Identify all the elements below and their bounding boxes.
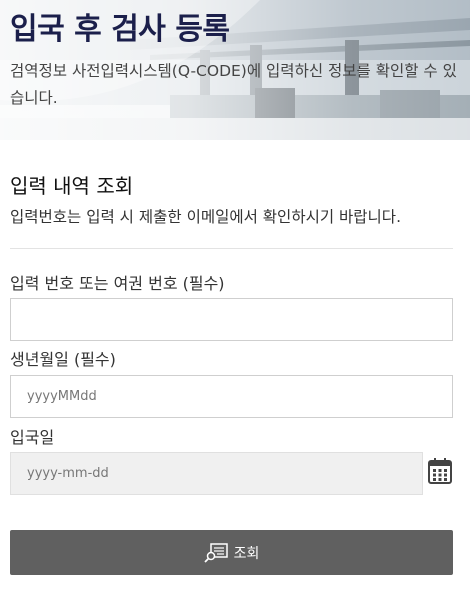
calendar-button[interactable]	[427, 457, 453, 485]
id-number-label: 입력 번호 또는 여권 번호 (필수)	[10, 274, 225, 293]
search-submit-label: 조회	[233, 545, 260, 562]
id-number-input[interactable]	[10, 298, 453, 341]
banner-description: 검역정보 사전입력시스템(Q-CODE)에 입력하신 정보를 확인할 수 있습니…	[10, 62, 457, 107]
birth-date-label: 생년월일 (필수)	[10, 350, 116, 369]
page-title: 입국 후 검사 등록	[10, 12, 230, 47]
search-submit-button[interactable]: 조회	[10, 530, 453, 575]
header-banner: 입국 후 검사 등록 검역정보 사전입력시스템(Q-CODE)에 입력하신 정보…	[0, 0, 470, 140]
section-title: 입력 내역 조회	[10, 174, 134, 198]
entry-date-input[interactable]	[10, 452, 423, 495]
search-document-icon	[203, 542, 228, 563]
calendar-icon	[428, 458, 452, 484]
section-description: 입력번호는 입력 시 제출한 이메일에서 확인하시기 바랍니다.	[10, 208, 401, 226]
entry-date-label: 입국일	[10, 428, 55, 447]
birth-date-input[interactable]	[10, 375, 453, 418]
divider	[10, 248, 453, 249]
